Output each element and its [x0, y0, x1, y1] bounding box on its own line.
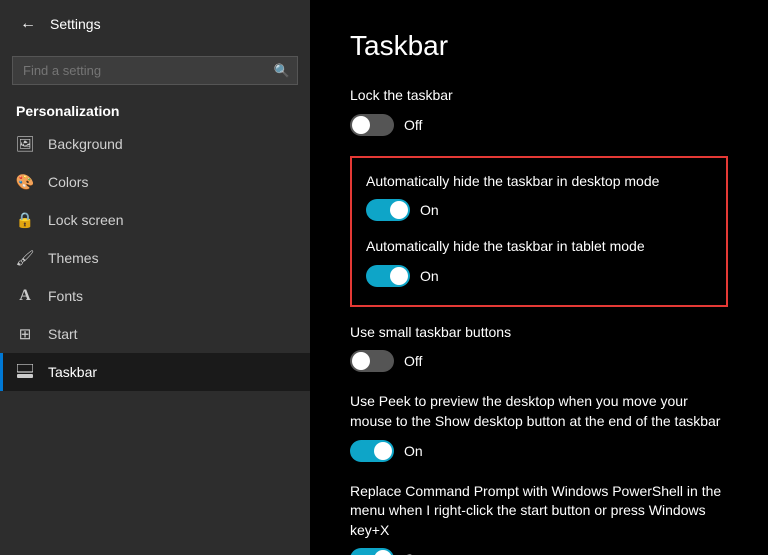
- setting-hide-tablet: Automatically hide the taskbar in tablet…: [366, 237, 712, 287]
- sidebar: ← Settings 🔍 Personalization 🖼 Backgroun…: [0, 0, 310, 555]
- sidebar-item-taskbar[interactable]: Taskbar: [0, 353, 310, 391]
- sidebar-item-colors[interactable]: 🎨 Colors: [0, 163, 310, 201]
- lock-taskbar-toggle[interactable]: [350, 114, 394, 136]
- sidebar-item-label: Background: [48, 136, 123, 152]
- back-icon: ←: [20, 15, 36, 33]
- setting-peek: Use Peek to preview the desktop when you…: [350, 392, 728, 461]
- search-input[interactable]: [12, 56, 298, 85]
- sidebar-item-label: Colors: [48, 174, 88, 190]
- sidebar-header: ← Settings: [0, 0, 310, 48]
- sidebar-item-themes[interactable]: 🖌 Themes: [0, 239, 310, 277]
- page-title: Taskbar: [350, 30, 728, 62]
- toggle-knob: [390, 201, 408, 219]
- sidebar-item-lock-screen[interactable]: 🔒 Lock screen: [0, 201, 310, 239]
- themes-icon: 🖌: [16, 249, 34, 267]
- sidebar-item-label: Lock screen: [48, 212, 123, 228]
- setting-label: Replace Command Prompt with Windows Powe…: [350, 482, 728, 541]
- setting-lock-taskbar: Lock the taskbar Off: [350, 86, 728, 136]
- setting-label: Use Peek to preview the desktop when you…: [350, 392, 728, 431]
- setting-hide-desktop: Automatically hide the taskbar in deskto…: [366, 172, 712, 222]
- toggle-state-text: On: [404, 443, 423, 459]
- sidebar-item-background[interactable]: 🖼 Background: [0, 125, 310, 163]
- search-icon: 🔍: [274, 63, 290, 79]
- colors-icon: 🎨: [16, 173, 34, 191]
- toggle-state-text: On: [404, 551, 423, 555]
- toggle-state-text: Off: [404, 117, 422, 133]
- setting-powershell: Replace Command Prompt with Windows Powe…: [350, 482, 728, 555]
- sidebar-item-label: Fonts: [48, 288, 83, 304]
- toggle-row: On: [366, 199, 712, 221]
- small-buttons-toggle[interactable]: [350, 350, 394, 372]
- highlighted-settings-box: Automatically hide the taskbar in deskto…: [350, 156, 728, 307]
- setting-label: Use small taskbar buttons: [350, 323, 728, 343]
- sidebar-item-label: Themes: [48, 250, 99, 266]
- toggle-state-text: On: [420, 268, 439, 284]
- setting-label: Lock the taskbar: [350, 86, 728, 106]
- sidebar-item-fonts[interactable]: A Fonts: [0, 277, 310, 315]
- powershell-toggle[interactable]: [350, 548, 394, 555]
- toggle-knob: [374, 550, 392, 555]
- hide-desktop-toggle[interactable]: [366, 199, 410, 221]
- toggle-row: On: [350, 548, 728, 555]
- sidebar-item-label: Taskbar: [48, 364, 97, 380]
- setting-small-buttons: Use small taskbar buttons Off: [350, 323, 728, 373]
- setting-label: Automatically hide the taskbar in tablet…: [366, 237, 712, 257]
- sidebar-item-label: Start: [48, 326, 78, 342]
- toggle-row: Off: [350, 350, 728, 372]
- toggle-knob: [390, 267, 408, 285]
- sidebar-nav: 🖼 Background 🎨 Colors 🔒 Lock screen 🖌 Th…: [0, 125, 310, 391]
- back-button[interactable]: ←: [16, 12, 40, 36]
- toggle-row: On: [350, 440, 728, 462]
- toggle-knob: [374, 442, 392, 460]
- toggle-knob: [352, 352, 370, 370]
- background-icon: 🖼: [16, 135, 34, 153]
- toggle-knob: [352, 116, 370, 134]
- sidebar-title: Settings: [50, 16, 101, 32]
- toggle-state-text: On: [420, 202, 439, 218]
- lock-screen-icon: 🔒: [16, 211, 34, 229]
- taskbar-icon: [16, 363, 34, 381]
- fonts-icon: A: [16, 287, 34, 305]
- start-icon: ⊞: [16, 325, 34, 343]
- sidebar-item-start[interactable]: ⊞ Start: [0, 315, 310, 353]
- main-content: Taskbar Lock the taskbar Off Automatical…: [310, 0, 768, 555]
- toggle-row: Off: [350, 114, 728, 136]
- peek-toggle[interactable]: [350, 440, 394, 462]
- hide-tablet-toggle[interactable]: [366, 265, 410, 287]
- toggle-state-text: Off: [404, 353, 422, 369]
- section-label: Personalization: [0, 93, 310, 125]
- search-box: 🔍: [12, 56, 298, 85]
- toggle-row: On: [366, 265, 712, 287]
- setting-label: Automatically hide the taskbar in deskto…: [366, 172, 712, 192]
